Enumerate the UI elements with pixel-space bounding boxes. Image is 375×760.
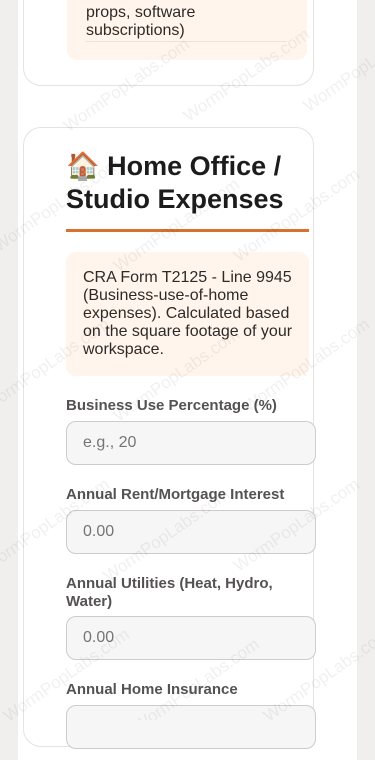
- utilities-input[interactable]: [66, 616, 316, 660]
- title-underline: [66, 229, 309, 232]
- previous-card-note: props, software subscriptions): [67, 0, 307, 60]
- insurance-input[interactable]: [66, 705, 316, 749]
- section-title: 🏠 Home Office / Studio Expenses: [66, 150, 316, 216]
- divider: [86, 41, 287, 42]
- utilities-label: Annual Utilities (Heat, Hydro, Water): [66, 575, 273, 610]
- business-use-label: Business Use Percentage (%): [66, 397, 277, 414]
- cra-info-text: CRA Form T2125 - Line 9945 (Business-use…: [83, 269, 293, 358]
- cra-info-note: CRA Form T2125 - Line 9945 (Business-use…: [66, 252, 309, 376]
- business-use-input[interactable]: [66, 421, 316, 465]
- house-icon: 🏠: [66, 151, 100, 181]
- rent-label: Annual Rent/Mortgage Interest: [66, 486, 285, 503]
- insurance-label: Annual Home Insurance: [66, 681, 238, 698]
- rent-input[interactable]: [66, 510, 316, 554]
- previous-card-note-text: props, software subscriptions): [86, 4, 196, 39]
